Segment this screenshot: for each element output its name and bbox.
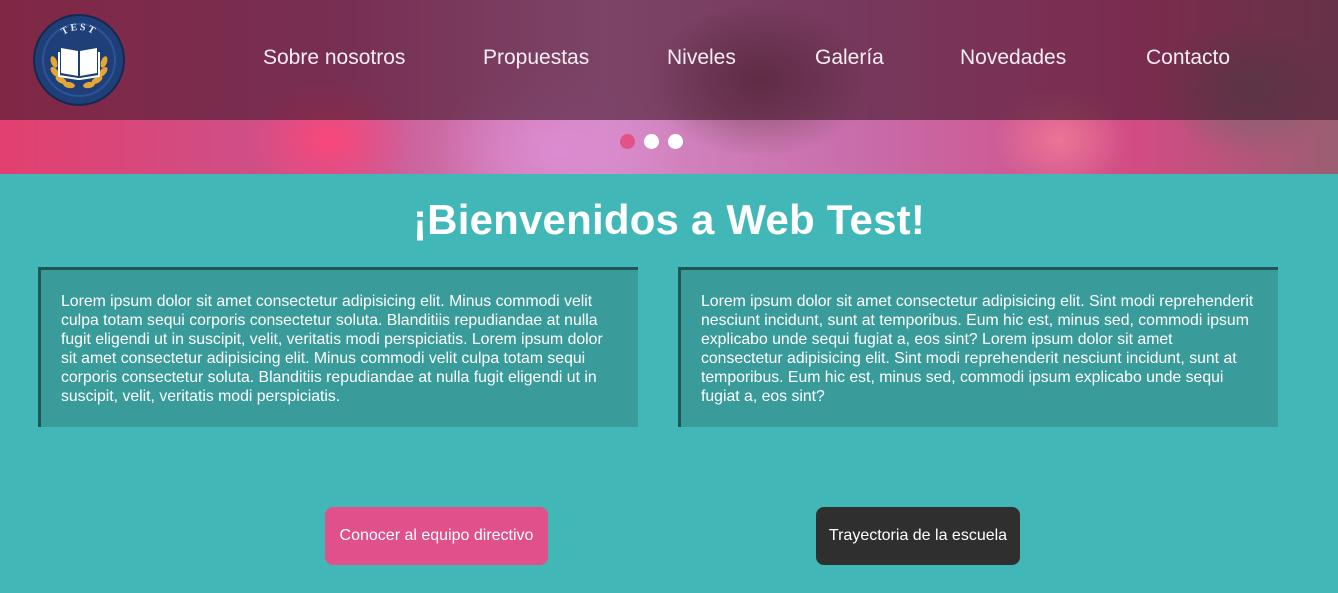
trayectoria-escuela-button[interactable]: Trayectoria de la escuela [816, 507, 1020, 565]
conocer-equipo-directivo-button[interactable]: Conocer al equipo directivo [325, 507, 548, 565]
nav-item-contacto[interactable]: Contacto [1146, 46, 1230, 70]
main-navigation: Sobre nosotros Propuestas Niveles Galerí… [0, 40, 1338, 80]
nav-item-galeria[interactable]: Galería [815, 46, 884, 70]
card-text: Lorem ipsum dolor sit amet consectetur a… [701, 293, 1254, 405]
page-title: ¡Bienvenidos a Web Test! [413, 196, 925, 243]
nav-item-propuestas[interactable]: Propuestas [483, 46, 589, 70]
carousel-dot-3[interactable] [668, 134, 683, 149]
nav-item-niveles[interactable]: Niveles [667, 46, 736, 70]
carousel-dot-2[interactable] [644, 134, 659, 149]
info-card-left: Lorem ipsum dolor sit amet consectetur a… [38, 267, 638, 427]
nav-item-novedades[interactable]: Novedades [960, 46, 1066, 70]
carousel-dot-1[interactable] [620, 134, 635, 149]
card-text: Lorem ipsum dolor sit amet consectetur a… [61, 293, 603, 405]
nav-item-sobre-nosotros[interactable]: Sobre nosotros [263, 46, 405, 70]
info-card-right: Lorem ipsum dolor sit amet consectetur a… [678, 267, 1278, 427]
hero-banner: TEST Sobre nosotros Propuestas Niveles G… [0, 0, 1338, 174]
